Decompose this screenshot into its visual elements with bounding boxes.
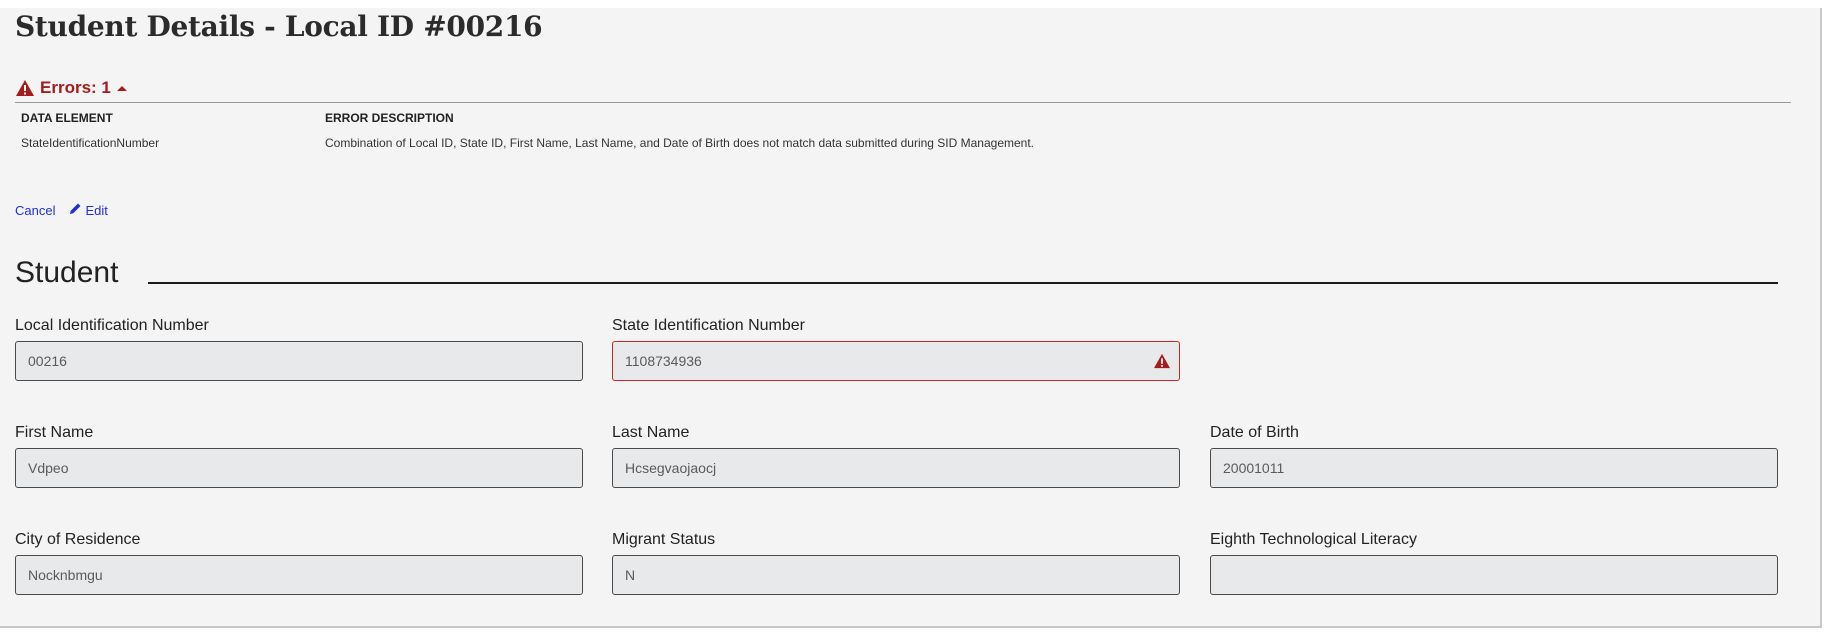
first-name-field[interactable]: Vdpeo xyxy=(15,448,583,488)
cancel-link[interactable]: Cancel xyxy=(15,203,55,218)
section-title-student: Student xyxy=(15,256,119,289)
dob-value: 20001011 xyxy=(1223,460,1285,476)
column-header-error-description: ERROR DESCRIPTION xyxy=(325,111,454,125)
local-id-label: Local Identification Number xyxy=(15,317,209,334)
dob-field[interactable]: 20001011 xyxy=(1210,448,1778,488)
edit-link[interactable]: Edit xyxy=(69,202,108,218)
tech-literacy-label: Eighth Technological Literacy xyxy=(1210,531,1417,548)
first-name-label: First Name xyxy=(15,424,94,441)
last-name-field[interactable]: Hcsegvaojaocj xyxy=(612,448,1180,488)
error-description: Combination of Local ID, State ID, First… xyxy=(325,136,1035,150)
warning-triangle-icon xyxy=(15,79,35,97)
pencil-icon xyxy=(69,202,82,218)
city-label: City of Residence xyxy=(15,531,141,548)
edit-label: Edit xyxy=(85,202,108,218)
errors-toggle[interactable]: Errors: 1 xyxy=(15,78,128,98)
errors-count-label: Errors: 1 xyxy=(40,78,111,97)
first-name-value: Vdpeo xyxy=(28,460,69,476)
error-data-element: StateIdentificationNumber xyxy=(21,136,160,150)
state-id-value: 1108734936 xyxy=(625,353,702,369)
column-header-data-element: DATA ELEMENT xyxy=(21,111,113,125)
state-id-field[interactable]: 1108734936 xyxy=(612,341,1180,381)
migrant-status-label: Migrant Status xyxy=(612,531,716,548)
form-actions: Cancel Edit xyxy=(15,202,108,218)
last-name-value: Hcsegvaojaocj xyxy=(625,460,717,476)
caret-up-icon xyxy=(116,83,128,93)
dob-label: Date of Birth xyxy=(1210,424,1299,441)
local-id-field[interactable]: 00216 xyxy=(15,341,583,381)
section-divider xyxy=(148,282,1778,284)
page-title: Student Details - Local ID #00216 xyxy=(15,10,543,43)
local-id-value: 00216 xyxy=(28,353,67,369)
migrant-status-field[interactable]: N xyxy=(612,555,1180,595)
state-id-label: State Identification Number xyxy=(612,317,805,334)
student-details-panel: Student Details - Local ID #00216 Errors… xyxy=(0,8,1822,628)
migrant-status-value: N xyxy=(625,567,636,583)
field-error-warning-icon xyxy=(1153,353,1171,372)
last-name-label: Last Name xyxy=(612,424,690,441)
errors-divider xyxy=(15,102,1791,103)
city-value: Nocknbmgu xyxy=(28,567,103,583)
city-field[interactable]: Nocknbmgu xyxy=(15,555,583,595)
tech-literacy-field[interactable] xyxy=(1210,555,1778,595)
